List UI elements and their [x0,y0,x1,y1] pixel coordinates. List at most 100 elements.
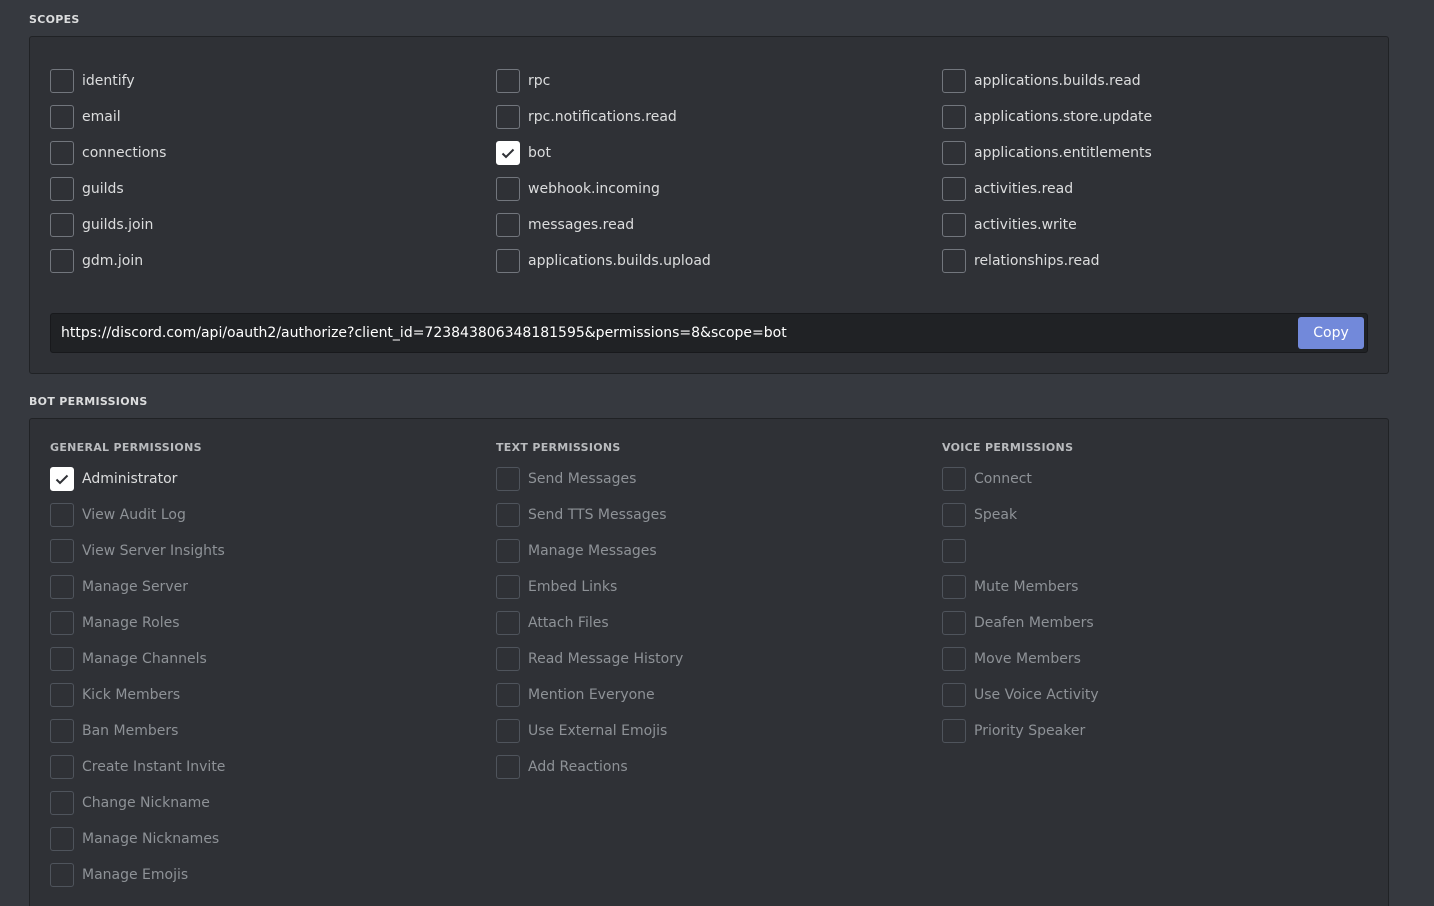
permission-priority-speaker[interactable]: Priority Speaker [942,719,1362,743]
permission-use-voice-activity[interactable]: Use Voice Activity [942,683,1362,707]
checkbox[interactable] [50,503,74,527]
permission-view-audit-log[interactable]: View Audit Log [50,503,470,527]
permission-use-external-emojis[interactable]: Use External Emojis [496,719,916,743]
permission-send-messages[interactable]: Send Messages [496,467,916,491]
permission-add-reactions[interactable]: Add Reactions [496,755,916,779]
permission-mention-everyone[interactable]: Mention Everyone [496,683,916,707]
checkbox[interactable] [50,683,74,707]
permission-change-nickname[interactable]: Change Nickname [50,791,470,815]
permission-manage-channels[interactable]: Manage Channels [50,647,470,671]
scope-rpc[interactable]: rpc [496,69,916,93]
scope-rpc-notifications-read[interactable]: rpc.notifications.read [496,105,916,129]
permission-attach-files[interactable]: Attach Files [496,611,916,635]
scope-bot[interactable]: bot [496,141,916,165]
permission-deafen-members[interactable]: Deafen Members [942,611,1362,635]
scope-guilds-join[interactable]: guilds.join [50,213,470,237]
checkbox[interactable] [496,503,520,527]
checkbox[interactable] [50,539,74,563]
scope-applications-entitlements[interactable]: applications.entitlements [942,141,1362,165]
permission-create-instant-invite[interactable]: Create Instant Invite [50,755,470,779]
checkbox[interactable] [496,647,520,671]
checkbox[interactable] [496,141,520,165]
checkbox[interactable] [942,141,966,165]
checkbox[interactable] [942,249,966,273]
scope-connections[interactable]: connections [50,141,470,165]
checkbox[interactable] [50,141,74,165]
option-label: connections [82,145,167,161]
checkbox[interactable] [496,249,520,273]
permission-manage-server[interactable]: Manage Server [50,575,470,599]
permission-blank[interactable] [942,539,1362,563]
permission-manage-emojis[interactable]: Manage Emojis [50,863,470,887]
checkbox[interactable] [496,575,520,599]
scope-gdm-join[interactable]: gdm.join [50,249,470,273]
scope-activities-read[interactable]: activities.read [942,177,1362,201]
scope-messages-read[interactable]: messages.read [496,213,916,237]
permission-ban-members[interactable]: Ban Members [50,719,470,743]
checkbox[interactable] [50,863,74,887]
checkbox[interactable] [50,755,74,779]
checkbox[interactable] [496,467,520,491]
checkbox[interactable] [496,539,520,563]
checkbox[interactable] [942,683,966,707]
checkbox[interactable] [50,213,74,237]
checkbox[interactable] [496,719,520,743]
checkbox[interactable] [496,213,520,237]
permission-move-members[interactable]: Move Members [942,647,1362,671]
checkbox[interactable] [942,467,966,491]
permission-manage-roles[interactable]: Manage Roles [50,611,470,635]
scope-guilds[interactable]: guilds [50,177,470,201]
checkbox[interactable] [942,213,966,237]
option-label: rpc.notifications.read [528,109,677,125]
checkbox[interactable] [50,611,74,635]
checkbox[interactable] [942,105,966,129]
scope-webhook-incoming[interactable]: webhook.incoming [496,177,916,201]
checkbox[interactable] [50,69,74,93]
scope-identify[interactable]: identify [50,69,470,93]
checkbox[interactable] [942,503,966,527]
checkbox[interactable] [942,611,966,635]
permission-speak[interactable]: Speak [942,503,1362,527]
checkbox[interactable] [496,177,520,201]
checkbox[interactable] [50,827,74,851]
permission-manage-messages[interactable]: Manage Messages [496,539,916,563]
checkbox[interactable] [50,467,74,491]
checkbox[interactable] [942,539,966,563]
checkbox[interactable] [496,69,520,93]
checkbox[interactable] [50,647,74,671]
option-label: Read Message History [528,651,684,667]
copy-button[interactable]: Copy [1298,317,1364,349]
scope-applications-store-update[interactable]: applications.store.update [942,105,1362,129]
checkbox[interactable] [50,105,74,129]
permission-send-tts-messages[interactable]: Send TTS Messages [496,503,916,527]
permission-embed-links[interactable]: Embed Links [496,575,916,599]
checkbox[interactable] [496,755,520,779]
permission-manage-nicknames[interactable]: Manage Nicknames [50,827,470,851]
checkbox[interactable] [942,575,966,599]
checkbox[interactable] [942,177,966,201]
checkbox[interactable] [50,249,74,273]
scope-activities-write[interactable]: activities.write [942,213,1362,237]
generated-url[interactable]: https://discord.com/api/oauth2/authorize… [51,325,1298,341]
permission-read-message-history[interactable]: Read Message History [496,647,916,671]
permission-view-server-insights[interactable]: View Server Insights [50,539,470,563]
permission-kick-members[interactable]: Kick Members [50,683,470,707]
checkbox[interactable] [496,611,520,635]
checkbox[interactable] [496,683,520,707]
checkbox[interactable] [942,69,966,93]
checkbox[interactable] [496,105,520,129]
scope-applications-builds-upload[interactable]: applications.builds.upload [496,249,916,273]
checkbox[interactable] [50,575,74,599]
permission-connect[interactable]: Connect [942,467,1362,491]
checkbox[interactable] [50,719,74,743]
scope-applications-builds-read[interactable]: applications.builds.read [942,69,1362,93]
checkbox[interactable] [942,647,966,671]
permission-administrator[interactable]: Administrator [50,467,470,491]
checkbox[interactable] [942,719,966,743]
checkbox[interactable] [50,791,74,815]
checkbox[interactable] [50,177,74,201]
permission-mute-members[interactable]: Mute Members [942,575,1362,599]
scope-relationships-read[interactable]: relationships.read [942,249,1362,273]
scope-email[interactable]: email [50,105,470,129]
option-label: View Server Insights [82,543,225,559]
